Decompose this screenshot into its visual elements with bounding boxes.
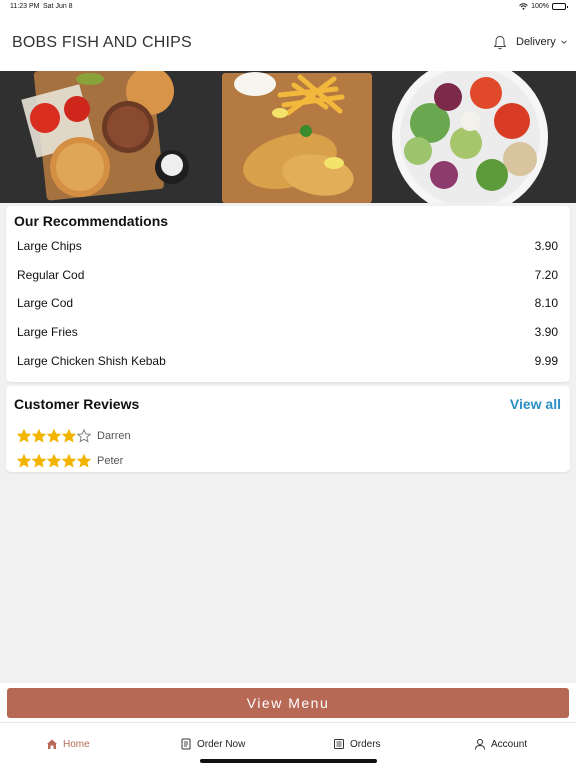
star-filled-icon: [17, 429, 31, 443]
chevron-down-icon: [560, 40, 567, 44]
item-price: 9.99: [534, 354, 558, 368]
star-filled-icon: [17, 454, 31, 468]
review-item: Darren: [17, 427, 131, 445]
reviewer-name: Darren: [97, 430, 131, 442]
status-date: Sat Jun 8: [43, 3, 73, 10]
star-filled-icon: [77, 454, 91, 468]
home-icon: [47, 739, 57, 749]
reviewer-name: Peter: [97, 455, 124, 467]
item-name: Large Chicken Shish Kebab: [17, 354, 166, 368]
bell-icon[interactable]: [493, 35, 507, 51]
star-rating: [17, 454, 91, 468]
recommendation-item[interactable]: Large Chips 3.90: [17, 235, 558, 257]
recommendation-item[interactable]: Large Chicken Shish Kebab 9.99: [17, 350, 558, 372]
delivery-label: Delivery: [516, 36, 556, 48]
status-bar: 11:23 PM Sat Jun 8 100%: [0, 0, 576, 14]
recommendations-title: Our Recommendations: [14, 213, 169, 229]
recommendations-card: Our Recommendations Large Chips 3.90 Reg…: [6, 206, 570, 382]
item-price: 3.90: [534, 325, 558, 339]
tab-orders[interactable]: Orders: [333, 738, 381, 750]
app-header: BOBS FISH AND CHIPS Delivery: [0, 14, 576, 71]
status-right: 100%: [519, 3, 568, 10]
wifi-icon: [519, 3, 528, 10]
item-name: Large Cod: [17, 296, 74, 310]
star-filled-icon: [32, 429, 46, 443]
item-name: Large Fries: [17, 325, 78, 339]
recommendation-item[interactable]: Large Fries 3.90: [17, 321, 558, 343]
reviews-card: Customer Reviews View all Darren Peter: [6, 386, 570, 472]
star-filled-icon: [62, 454, 76, 468]
review-item: Peter: [17, 452, 123, 470]
order-icon: [181, 738, 191, 750]
tab-account[interactable]: Account: [474, 738, 527, 750]
food-banner-image: [0, 71, 576, 203]
recommendation-item[interactable]: Large Cod 8.10: [17, 292, 558, 314]
star-filled-icon: [47, 454, 61, 468]
battery-icon: [552, 3, 568, 10]
tab-label: Home: [63, 738, 90, 750]
star-empty-icon: [77, 429, 91, 443]
orders-icon: [334, 739, 344, 749]
item-price: 7.20: [534, 268, 558, 282]
star-rating: [17, 429, 91, 443]
status-time: 11:23 PM: [10, 3, 40, 10]
battery-percent: 100%: [531, 3, 549, 10]
recommendation-item[interactable]: Regular Cod 7.20: [17, 264, 558, 286]
tab-label: Order Now: [197, 738, 246, 750]
view-menu-button[interactable]: View Menu: [7, 688, 569, 718]
account-icon: [475, 739, 485, 750]
item-price: 8.10: [534, 296, 558, 310]
tab-home[interactable]: Home: [46, 738, 90, 750]
view-all-link[interactable]: View all: [510, 396, 561, 412]
item-name: Regular Cod: [17, 268, 85, 282]
tab-order-now[interactable]: Order Now: [180, 738, 245, 750]
tab-label: Account: [491, 738, 528, 750]
star-filled-icon: [47, 429, 61, 443]
reviews-title: Customer Reviews: [14, 396, 140, 412]
page-title: BOBS FISH AND CHIPS: [12, 34, 192, 51]
star-filled-icon: [32, 454, 46, 468]
delivery-selector[interactable]: Delivery: [516, 36, 568, 48]
home-indicator: [200, 759, 377, 763]
item-name: Large Chips: [17, 239, 82, 253]
tab-label: Orders: [350, 738, 381, 750]
item-price: 3.90: [534, 239, 558, 253]
star-filled-icon: [62, 429, 76, 443]
